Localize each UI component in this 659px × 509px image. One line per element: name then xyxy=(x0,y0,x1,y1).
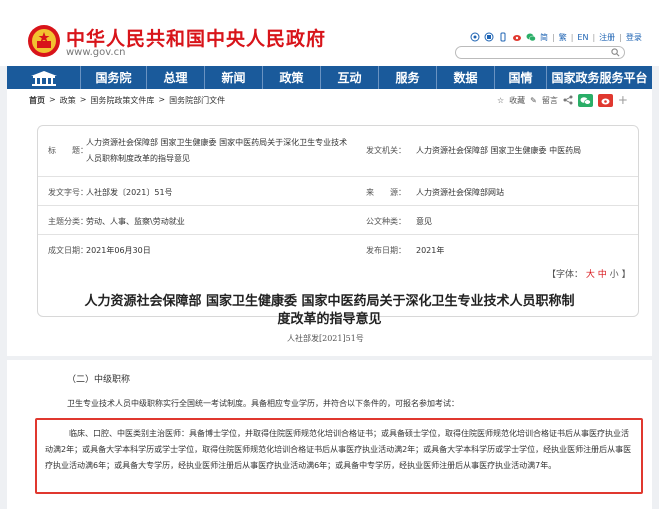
breadcrumb-policy-library[interactable]: 国务院政策文件库 xyxy=(90,95,154,106)
favorite-link[interactable]: 收藏 xyxy=(509,95,525,106)
document-number: 人社部发[2021]51号 xyxy=(287,334,364,343)
meta-row-dates: 成文日期： 2021年06月30日 发布日期： 2021年 xyxy=(38,235,638,264)
separator: | xyxy=(552,32,555,42)
nav-item-premier[interactable]: 总理 xyxy=(147,66,205,89)
share-tools: ☆ 收藏 ✎ 留言 + xyxy=(497,93,628,107)
comment-link[interactable]: 留言 xyxy=(542,95,558,106)
meta-issuer-label: 发文机关： xyxy=(366,146,406,155)
meta-type-value: 意见 xyxy=(416,217,432,226)
login-link[interactable]: 登录 xyxy=(626,32,642,43)
meta-row-title: 标 题： 人力资源社会保障部 国家卫生健康委 国家中医药局关于深化卫生专业技术 … xyxy=(38,126,638,177)
font-size-prefix: 【字体： xyxy=(547,270,584,280)
breadcrumb-policy[interactable]: 政策 xyxy=(60,95,76,106)
font-size-switcher: 【字体： 大 中 小 】 xyxy=(547,267,631,280)
meta-title-value-line2: 人员职称制度改革的指导意见 xyxy=(86,154,190,163)
search-input[interactable] xyxy=(455,46,625,59)
highlighted-text: 临床、口腔、中医类别主治医师：具备博士学位，并取得住院医师规范化培训合格证书；或… xyxy=(45,429,632,470)
pen-icon[interactable]: ✎ xyxy=(530,96,537,105)
meta-title-label: 标 题： xyxy=(48,146,88,155)
section-heading: （二）中级职称 xyxy=(67,375,131,385)
breadcrumb-department-docs[interactable]: 国务院部门文件 xyxy=(169,95,225,106)
app-icon[interactable] xyxy=(484,32,494,42)
star-icon[interactable]: ☆ xyxy=(497,96,504,105)
wechat-icon[interactable] xyxy=(526,32,536,42)
breadcrumb-separator: > xyxy=(79,95,87,104)
nav-item-news[interactable]: 新闻 xyxy=(205,66,263,89)
national-emblem-icon[interactable] xyxy=(27,24,61,58)
meta-issuer-value: 人力资源社会保障部 国家卫生健康委 中医药局 xyxy=(416,146,582,155)
document-title-line2: 度改革的指导意见 xyxy=(277,312,382,327)
weibo-icon[interactable] xyxy=(470,32,480,42)
article-main: 标 题： 人力资源社会保障部 国家卫生健康委 国家中医药局关于深化卫生专业技术 … xyxy=(7,111,652,356)
nav-item-policy[interactable]: 政策 xyxy=(263,66,321,89)
nav-item-national-info[interactable]: 国情 xyxy=(495,66,547,89)
breadcrumb-separator: > xyxy=(49,95,56,104)
meta-category-value: 劳动、人事、监察\劳动就业 xyxy=(86,217,185,226)
top-tools: 简 | 繁 | EN | 注册 | 登录 xyxy=(470,30,642,44)
meta-doc-no-value: 人社部发〔2021〕51号 xyxy=(86,188,173,197)
register-link[interactable]: 注册 xyxy=(599,32,615,43)
share-icon[interactable] xyxy=(563,95,573,105)
body-paragraph: 卫生专业技术人员中级职称实行全国统一考试制度。具备相应专业学历，并符合以下条件的… xyxy=(67,399,459,408)
meta-doc-no-label: 发文字号： xyxy=(48,188,88,197)
lang-traditional-link[interactable]: 简 xyxy=(540,32,548,43)
breadcrumb-bar: 首页 > 政策 > 国务院政策文件库 > 国务院部门文件 ☆ 收藏 ✎ 留言 + xyxy=(7,89,652,111)
document-title: 人力资源社会保障部 国家卫生健康委 国家中医药局关于深化卫生专业技术人员职称制 … xyxy=(37,293,622,329)
font-size-small[interactable]: 小 xyxy=(610,270,619,280)
font-size-suffix: 】 xyxy=(621,270,631,280)
meta-publish-value: 2021年 xyxy=(416,246,445,255)
nav-item-state-council[interactable]: 国务院 xyxy=(81,66,147,89)
sina-weibo-icon[interactable] xyxy=(512,32,522,42)
separator: | xyxy=(570,32,574,42)
meta-type-label: 公文种类： xyxy=(366,217,406,226)
meta-row-category: 主题分类： 劳动、人事、监察\劳动就业 公文种类： 意见 xyxy=(38,206,638,235)
document-meta-table: 标 题： 人力资源社会保障部 国家卫生健康委 国家中医药局关于深化卫生专业技术 … xyxy=(37,125,639,317)
meta-title-value-line1: 人力资源社会保障部 国家卫生健康委 国家中医药局关于深化卫生专业技术 xyxy=(86,138,348,147)
meta-category-label: 主题分类： xyxy=(48,217,88,226)
meta-written-value: 2021年06月30日 xyxy=(86,246,151,255)
nav-item-interaction[interactable]: 互动 xyxy=(321,66,379,89)
separator: | xyxy=(592,32,596,42)
breadcrumb: 首页 > 政策 > 国务院政策文件库 > 国务院部门文件 xyxy=(29,95,225,106)
meta-publish-label: 发布日期： xyxy=(366,246,406,255)
font-size-medium[interactable]: 中 xyxy=(598,270,607,280)
main-nav: 国务院 总理 新闻 政策 互动 服务 数据 国情 国家政务服务平台 xyxy=(7,66,652,89)
meta-written-label: 成文日期： xyxy=(48,246,88,255)
separator: | xyxy=(619,32,622,42)
search-icon[interactable] xyxy=(611,48,620,57)
wechat-share-icon[interactable] xyxy=(577,93,593,107)
site-url: www.gov.cn xyxy=(66,47,126,58)
nav-item-service[interactable]: 服务 xyxy=(379,66,437,89)
document-title-line1: 人力资源社会保障部 国家卫生健康委 国家中医药局关于深化卫生专业技术人员职称制 xyxy=(84,294,575,309)
nav-item-gov-service-platform[interactable]: 国家政务服务平台 xyxy=(547,66,652,89)
lang-en-link[interactable]: EN xyxy=(577,33,588,42)
font-size-large[interactable]: 大 xyxy=(586,270,595,280)
highlighted-paragraph: 临床、口腔、中医类别主治医师：具备博士学位，并取得住院医师规范化培训合格证书；或… xyxy=(35,418,643,494)
more-share-icon[interactable]: + xyxy=(618,93,628,107)
weibo-share-icon[interactable] xyxy=(597,93,613,107)
meta-source-label: 来 源： xyxy=(366,188,406,197)
mobile-icon[interactable] xyxy=(498,32,508,42)
lang-simplified-link[interactable]: 繁 xyxy=(559,32,567,43)
nav-item-data[interactable]: 数据 xyxy=(437,66,495,89)
nav-home[interactable] xyxy=(7,66,81,89)
breadcrumb-separator: > xyxy=(158,95,166,104)
breadcrumb-home[interactable]: 首页 xyxy=(29,95,45,106)
article-body: （二）中级职称 卫生专业技术人员中级职称实行全国统一考试制度。具备相应专业学历，… xyxy=(7,360,652,509)
home-building-icon xyxy=(30,70,57,86)
meta-source-value: 人力资源社会保障部网站 xyxy=(416,188,504,197)
page: 中华人民共和国中央人民政府 www.gov.cn 简 | 繁 | EN | 注册… xyxy=(0,0,659,509)
site-header: 中华人民共和国中央人民政府 www.gov.cn 简 | 繁 | EN | 注册… xyxy=(0,0,659,66)
meta-row-doc-no: 发文字号： 人社部发〔2021〕51号 来 源： 人力资源社会保障部网站 xyxy=(38,177,638,206)
